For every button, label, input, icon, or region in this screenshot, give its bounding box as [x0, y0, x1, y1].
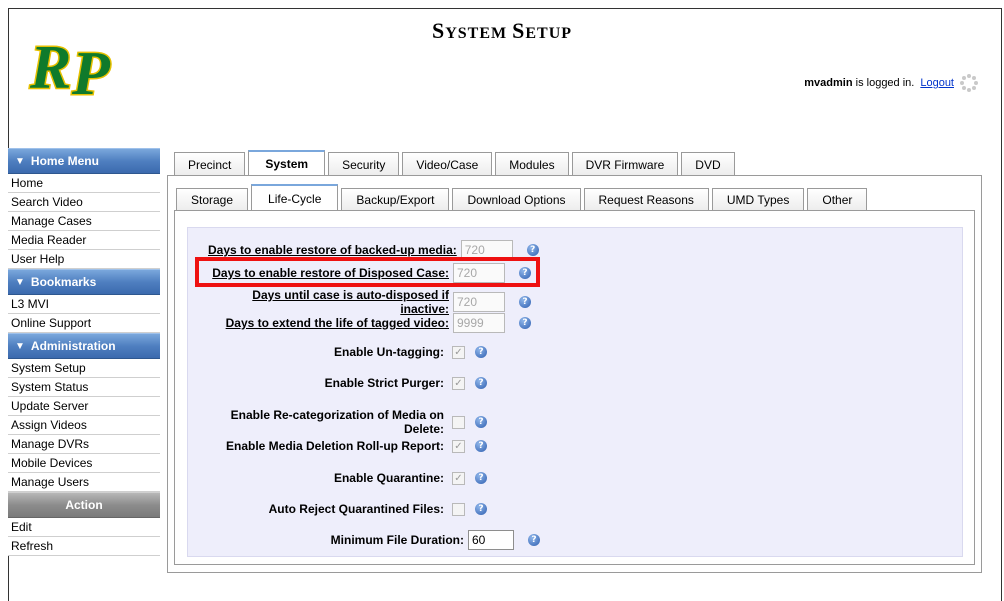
rollup-report-row: Enable Media Deletion Roll-up Report: ✓ … — [188, 439, 487, 453]
action-header: Action — [8, 492, 160, 518]
quarantine-row: Enable Quarantine: ✓ ? — [188, 471, 487, 485]
subtab-life-cycle[interactable]: Life-Cycle — [251, 184, 339, 211]
sidebar-item-online-support[interactable]: Online Support — [8, 314, 160, 333]
home-menu-title: Home Menu — [30, 154, 99, 168]
tab-security[interactable]: Security — [328, 152, 400, 176]
subtab-request-reasons[interactable]: Request Reasons — [583, 188, 709, 211]
untagging-label: Enable Un-tagging: — [334, 345, 444, 359]
triangle-down-icon: ▼ — [15, 155, 25, 167]
untagging-checkbox[interactable]: ✓ — [452, 345, 465, 359]
recategorization-label: Enable Re-categorization of Media on Del… — [230, 408, 444, 436]
sidebar-item-manage-dvrs[interactable]: Manage DVRs — [8, 435, 160, 454]
sidebar: ▼ Home Menu Home Search Video Manage Case… — [8, 148, 160, 556]
bookmarks-header[interactable]: ▼ Bookmarks — [8, 269, 160, 295]
auto-disposed-label: Days until case is auto-disposed if inac… — [252, 288, 449, 316]
sidebar-item-system-status[interactable]: System Status — [8, 378, 160, 397]
strict-purger-row: Enable Strict Purger: ✓ ? — [188, 376, 487, 390]
sidebar-item-update-server[interactable]: Update Server — [8, 397, 160, 416]
auto-reject-checkbox[interactable] — [452, 502, 465, 516]
sidebar-item-home[interactable]: Home — [8, 174, 160, 193]
strict-purger-label: Enable Strict Purger: — [324, 376, 444, 390]
sidebar-item-manage-cases[interactable]: Manage Cases — [8, 212, 160, 231]
sidebar-item-media-reader[interactable]: Media Reader — [8, 231, 160, 250]
recategorization-checkbox[interactable] — [452, 415, 465, 429]
quarantine-label: Enable Quarantine: — [333, 471, 444, 485]
triangle-down-icon: ▼ — [15, 276, 25, 288]
help-icon[interactable]: ? — [519, 317, 531, 329]
untagging-row: Enable Un-tagging: ✓ ? — [188, 345, 487, 359]
quarantine-checkbox[interactable]: ✓ — [452, 471, 465, 485]
tab-modules[interactable]: Modules — [495, 152, 569, 176]
page-title: SYSTEM SETUP — [0, 18, 1004, 44]
tab-dvr-firmware[interactable]: DVR Firmware — [571, 152, 679, 176]
tab-video-case[interactable]: Video/Case — [402, 152, 493, 176]
subtab-download-options[interactable]: Download Options — [452, 188, 581, 211]
tab-system[interactable]: System — [248, 150, 326, 176]
login-status: mvadmin is logged in. Logout — [804, 74, 978, 92]
administration-title: Administration — [30, 339, 116, 353]
min-duration-input[interactable]: 60 — [468, 530, 514, 550]
title-letter: S — [431, 18, 446, 43]
home-menu-header[interactable]: ▼ Home Menu — [8, 148, 160, 174]
title-letter: S — [512, 18, 526, 43]
extend-tagged-input[interactable]: 9999 — [453, 313, 505, 333]
help-icon[interactable]: ? — [519, 296, 531, 308]
sidebar-item-system-setup[interactable]: System Setup — [8, 359, 160, 378]
administration-header[interactable]: ▼ Administration — [8, 333, 160, 359]
sidebar-item-l3-mvi[interactable]: L3 MVI — [8, 295, 160, 314]
main-panel: Storage Life-Cycle Backup/Export Downloa… — [167, 175, 982, 573]
rollup-report-label: Enable Media Deletion Roll-up Report: — [225, 439, 444, 453]
subtab-umd-types[interactable]: UMD Types — [711, 188, 805, 211]
highlight-box — [195, 257, 540, 287]
sidebar-item-edit[interactable]: Edit — [8, 518, 160, 537]
sidebar-item-mobile-devices[interactable]: Mobile Devices — [8, 454, 160, 473]
sub-tab-bar: Storage Life-Cycle Backup/Export Downloa… — [176, 183, 870, 211]
title-part: ETUP — [525, 25, 573, 42]
min-duration-label: Minimum File Duration: — [330, 533, 464, 547]
logged-in-text: is logged in. — [852, 77, 915, 89]
tab-precinct[interactable]: Precinct — [174, 152, 246, 176]
svg-text:P: P — [71, 40, 111, 100]
subtab-other[interactable]: Other — [807, 188, 868, 211]
username: mvadmin — [804, 77, 853, 89]
subtab-backup-export[interactable]: Backup/Export — [341, 188, 450, 211]
bookmarks-title: Bookmarks — [30, 275, 97, 289]
spinner-icon — [960, 74, 978, 92]
title-part: YSTEM — [445, 25, 513, 42]
help-icon[interactable]: ? — [475, 416, 487, 428]
tab-dvd[interactable]: DVD — [681, 152, 735, 176]
triangle-down-icon: ▼ — [15, 340, 25, 352]
logout-link[interactable]: Logout — [920, 77, 954, 89]
sidebar-item-assign-videos[interactable]: Assign Videos — [8, 416, 160, 435]
help-icon[interactable]: ? — [475, 472, 487, 484]
help-icon[interactable]: ? — [475, 440, 487, 452]
auto-disposed-input[interactable]: 720 — [453, 292, 505, 312]
help-icon[interactable]: ? — [528, 534, 540, 546]
sidebar-item-manage-users[interactable]: Manage Users — [8, 473, 160, 492]
main-tab-bar: Precinct System Security Video/Case Modu… — [174, 150, 738, 176]
sidebar-item-user-help[interactable]: User Help — [8, 250, 160, 269]
sidebar-item-search-video[interactable]: Search Video — [8, 193, 160, 212]
auto-reject-row: Auto Reject Quarantined Files: ? — [188, 502, 487, 516]
help-icon[interactable]: ? — [475, 346, 487, 358]
help-icon[interactable]: ? — [475, 503, 487, 515]
strict-purger-checkbox[interactable]: ✓ — [452, 376, 465, 390]
subtab-storage[interactable]: Storage — [176, 188, 249, 211]
login-text: mvadmin is logged in. — [804, 77, 914, 89]
extend-tagged-label: Days to extend the life of tagged video: — [225, 316, 449, 330]
rollup-report-checkbox[interactable]: ✓ — [452, 439, 465, 453]
auto-reject-label: Auto Reject Quarantined Files: — [268, 502, 444, 516]
auto-disposed-row: Days until case is auto-disposed if inac… — [212, 288, 531, 316]
help-icon[interactable]: ? — [475, 377, 487, 389]
sidebar-item-refresh[interactable]: Refresh — [8, 537, 160, 556]
help-icon[interactable]: ? — [526, 244, 539, 256]
extend-tagged-row: Days to extend the life of tagged video:… — [218, 313, 531, 333]
restore-backed-up-label: Days to enable restore of backed-up medi… — [208, 243, 457, 257]
recategorization-row: Enable Re-categorization of Media on Del… — [188, 408, 487, 436]
min-duration-row: Minimum File Duration: 60 ? — [188, 530, 540, 550]
